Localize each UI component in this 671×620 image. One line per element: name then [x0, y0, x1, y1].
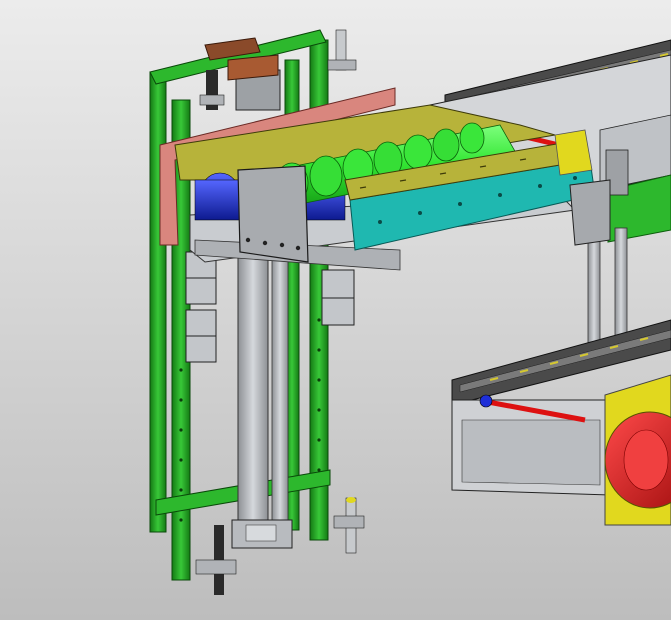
- cad-scene: [0, 0, 671, 620]
- motor-unit: [604, 374, 671, 526]
- cad-viewport[interactable]: [0, 0, 671, 620]
- front-plate: [237, 165, 309, 263]
